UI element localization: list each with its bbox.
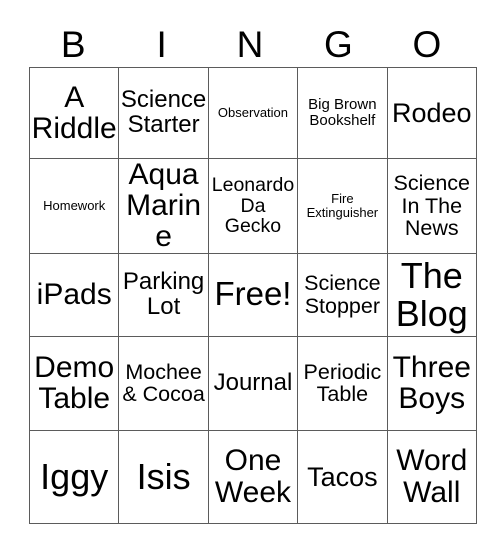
bingo-cell-b3[interactable]: iPads [28, 252, 120, 337]
bingo-free-space-label: Free! [214, 275, 292, 313]
bingo-row-5: Iggy Isis One Week Tacos Word Wall [28, 429, 477, 524]
bingo-cell-o2[interactable]: Science In The News [386, 158, 477, 254]
bingo-cell-label: Leonardo Da Gecko [211, 174, 295, 237]
bingo-cell-n1[interactable]: Observation [207, 67, 299, 159]
bingo-grid: A Riddle Science Starter Observation Big… [28, 67, 477, 524]
bingo-cell-label: Observation [217, 105, 289, 121]
bingo-cell-label: Parking Lot [122, 267, 205, 320]
bingo-cell-label: Tacos [307, 461, 378, 492]
bingo-cell-label: Big Brown Bookshelf [308, 96, 377, 129]
bingo-cell-label: A Riddle [31, 80, 117, 145]
header-letter-o: O [412, 23, 442, 65]
bingo-cell-label: Aqua Marine [126, 158, 202, 254]
bingo-cell-o1[interactable]: Rodeo [386, 67, 477, 159]
header-letter-i: I [156, 23, 167, 65]
bingo-cell-g4[interactable]: Periodic Table [297, 335, 388, 431]
bingo-cell-n4[interactable]: Journal [207, 335, 299, 431]
bingo-cell-g1[interactable]: Big Brown Bookshelf [297, 67, 388, 159]
bingo-cell-label: The Blog [395, 255, 468, 334]
bingo-cell-label: Science In The News [393, 171, 471, 240]
bingo-row-4: Demo Table Mochee & Cocoa Journal Period… [28, 335, 477, 431]
bingo-cell-label: Journal [213, 368, 293, 396]
bingo-cell-i2[interactable]: Aqua Marine [118, 158, 209, 254]
bingo-cell-o3[interactable]: The Blog [386, 252, 477, 337]
bingo-cell-o5[interactable]: Word Wall [386, 429, 477, 524]
bingo-cell-n2[interactable]: Leonardo Da Gecko [207, 158, 299, 254]
bingo-cell-label: Fire Extinguisher [306, 191, 379, 220]
bingo-cell-label: One Week [214, 444, 292, 509]
bingo-cell-label: Demo Table [34, 350, 115, 416]
bingo-cell-free[interactable]: Free! [207, 252, 299, 337]
bingo-cell-label: Iggy [40, 455, 109, 497]
bingo-cell-n5[interactable]: One Week [207, 429, 299, 524]
bingo-card: B I N G O A Riddle Science Starter Obser… [0, 0, 500, 544]
bingo-cell-g3[interactable]: Science Stopper [297, 252, 388, 337]
bingo-cell-label: iPads [36, 277, 112, 311]
bingo-cell-i1[interactable]: Science Starter [118, 67, 209, 159]
bingo-cell-label: Mochee & Cocoa [122, 359, 205, 407]
bingo-cell-g2[interactable]: Fire Extinguisher [297, 158, 388, 254]
header-letter-b: B [60, 23, 86, 65]
bingo-cell-label: Rodeo [391, 97, 472, 128]
header-letter-g: G [324, 23, 353, 65]
bingo-cell-o4[interactable]: Three Boys [386, 335, 477, 431]
bingo-cell-b1[interactable]: A Riddle [28, 67, 120, 159]
bingo-cell-label: Periodic Table [303, 359, 382, 407]
bingo-header-row: B I N G O [29, 22, 471, 66]
bingo-cell-b4[interactable]: Demo Table [28, 335, 120, 431]
bingo-cell-b5[interactable]: Iggy [28, 429, 120, 524]
bingo-cell-label: Homework [43, 198, 106, 214]
bingo-cell-label: Word Wall [396, 444, 468, 509]
bingo-row-1: A Riddle Science Starter Observation Big… [28, 67, 477, 159]
bingo-row-3: iPads Parking Lot Free! Science Stopper … [28, 252, 477, 337]
header-letter-n: N [236, 23, 264, 65]
bingo-cell-i3[interactable]: Parking Lot [118, 252, 209, 337]
bingo-cell-label: Isis [136, 455, 191, 497]
bingo-cell-g5[interactable]: Tacos [297, 429, 388, 524]
bingo-cell-b2[interactable]: Homework [28, 158, 120, 254]
bingo-cell-label: Three Boys [392, 350, 471, 416]
bingo-cell-label: Science Stopper [304, 271, 381, 318]
bingo-cell-i4[interactable]: Mochee & Cocoa [118, 335, 209, 431]
bingo-row-2: Homework Aqua Marine Leonardo Da Gecko F… [28, 158, 477, 254]
bingo-cell-i5[interactable]: Isis [118, 429, 209, 524]
bingo-cell-label: Science Starter [120, 86, 207, 138]
